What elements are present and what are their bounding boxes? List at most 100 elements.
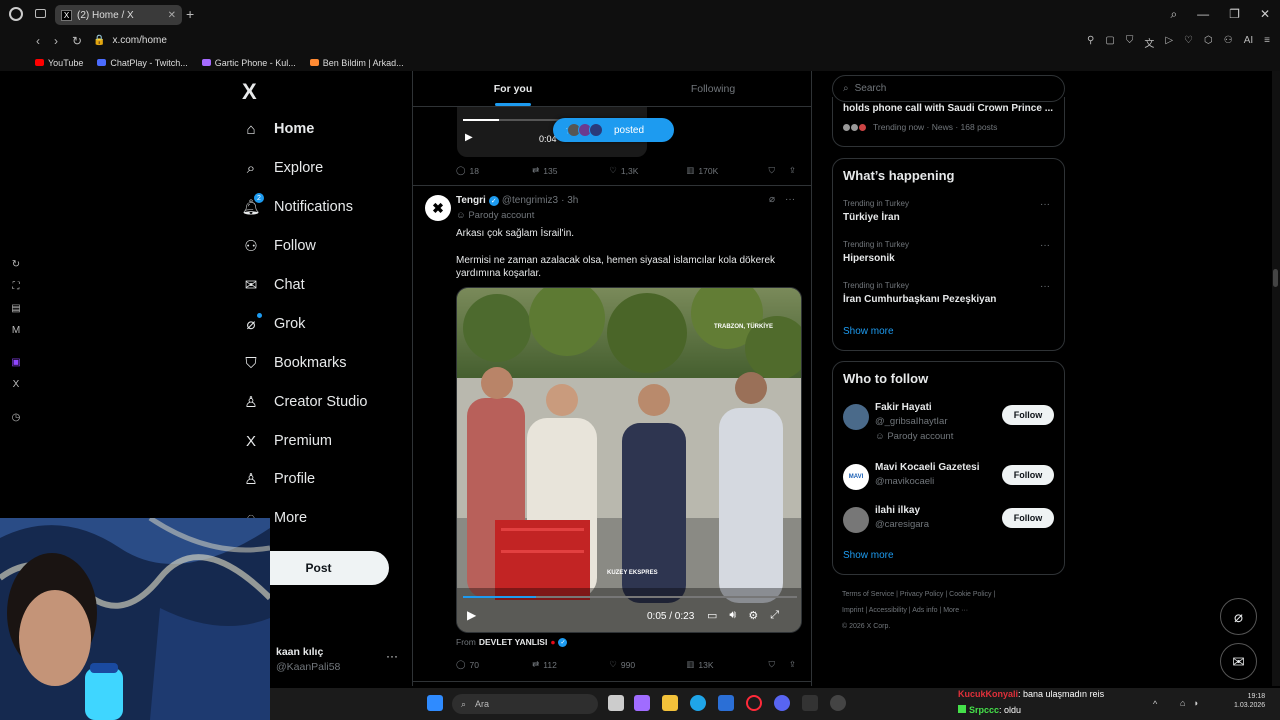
bookmark-benbildim[interactable]: Ben Bildim | Arkad...	[309, 58, 404, 68]
like-button[interactable]: ♡ 990	[609, 659, 686, 670]
account-more-icon[interactable]: ···	[386, 649, 398, 663]
play-icon[interactable]: ▶	[465, 132, 473, 143]
minimize-icon[interactable]: —	[1197, 7, 1209, 22]
menu-icon[interactable]: ≡	[1264, 35, 1270, 50]
maximize-icon[interactable]: ❐	[1229, 7, 1240, 22]
sidebar-m-icon[interactable]: M	[10, 325, 22, 337]
play-icon[interactable]: ▷	[1165, 35, 1173, 50]
nav-chat[interactable]: ✉ Chat	[242, 276, 305, 294]
show-more-trends[interactable]: Show more	[843, 326, 894, 337]
taskbar-search[interactable]: ⌕ Ara	[452, 694, 598, 714]
reload-icon[interactable]: ↻	[72, 34, 82, 48]
settings-icon[interactable]: ⚙	[748, 609, 758, 622]
nav-notifications[interactable]: 🔔︎ 2 Notifications	[241, 193, 353, 216]
tab-for-you[interactable]: For you	[413, 71, 613, 106]
nav-creator-studio[interactable]: ♙ Creator Studio	[242, 393, 367, 411]
network-icon[interactable]: ⌂	[1180, 698, 1185, 708]
messages-fab-icon[interactable]: ✉	[1220, 643, 1257, 680]
trend-more-icon[interactable]: ···	[1040, 199, 1050, 210]
tab-island-icon[interactable]	[35, 9, 46, 18]
follow-button[interactable]: Follow	[1002, 405, 1054, 425]
tweet-author-name[interactable]: Tengri	[456, 195, 486, 206]
grok-fab-icon[interactable]: ⌀	[1220, 598, 1257, 635]
reply-button[interactable]: ◯ 70	[456, 659, 532, 670]
bookmark-icon[interactable]: ⛉	[768, 659, 774, 670]
nav-bookmarks[interactable]: ⛉ Bookmarks	[242, 354, 346, 372]
nav-grok[interactable]: ⌀ Grok	[242, 313, 305, 333]
views-button[interactable]: ▥ 13K	[686, 659, 768, 670]
tweet-author-handle[interactable]: @tengrimiz3	[502, 195, 558, 206]
trend-item[interactable]: Trending in Turkey Türkiye İran ···	[843, 199, 1056, 223]
sidebar-twitch-icon[interactable]: ▣	[10, 357, 22, 369]
ai-icon[interactable]: AI	[1244, 35, 1253, 50]
store-icon[interactable]	[718, 695, 734, 711]
opera-logo-icon[interactable]	[9, 7, 23, 21]
nav-follow[interactable]: ⚇ Follow	[242, 237, 316, 255]
show-more-follow[interactable]: Show more	[843, 550, 894, 561]
url-field[interactable]: 🔒 x.com/home	[93, 35, 167, 46]
bookmark-gartic[interactable]: Gartic Phone - Kul...	[201, 58, 296, 68]
volume-icon[interactable]: ◗	[1193, 698, 1198, 708]
nav-home[interactable]: ⌂ Home	[242, 120, 314, 138]
nav-profile[interactable]: ♙ Profile	[242, 470, 315, 488]
page-scrollbar[interactable]	[1272, 71, 1280, 686]
sidebar-bag-icon[interactable]: ⛶	[10, 281, 22, 293]
obs-icon[interactable]	[802, 695, 818, 711]
search-tabs-icon[interactable]: ⌕	[1170, 7, 1177, 22]
tweet-time[interactable]: · 3h	[561, 195, 578, 206]
extensions-icon[interactable]: ⬡	[1204, 35, 1213, 50]
share-icon[interactable]: ⇪	[789, 659, 796, 670]
bookmark-youtube[interactable]: YouTube	[35, 58, 83, 68]
repost-button[interactable]: ⇄ 112	[532, 659, 609, 670]
trend-more-icon[interactable]: ···	[1040, 281, 1050, 292]
snapshot-icon[interactable]: ▢	[1105, 35, 1114, 50]
discord-icon[interactable]	[774, 695, 790, 711]
play-icon[interactable]: ▶	[467, 608, 476, 622]
pin-icon[interactable]: ⚲	[1087, 35, 1094, 50]
trend-item[interactable]: Trending in Turkey Hipersonik ···	[843, 240, 1056, 264]
share-icon[interactable]: ⇪	[789, 165, 796, 176]
sidebar-wallet-icon[interactable]: ▤	[10, 303, 22, 315]
video-progress-bar[interactable]	[463, 596, 797, 598]
grok-icon[interactable]: ⌀	[769, 194, 775, 205]
app-icon[interactable]	[830, 695, 846, 711]
trend-item-previous[interactable]: holds phone call with Saudi Crown Prince…	[832, 97, 1065, 147]
views-button[interactable]: ▥ 170K	[686, 165, 768, 176]
shield-icon[interactable]: ⛉	[1126, 35, 1134, 50]
follow-suggestion[interactable]: ilahi ilkay @caresigara Follow	[843, 505, 1056, 543]
more-options-icon[interactable]: ···	[785, 194, 795, 205]
copilot-icon[interactable]	[634, 695, 650, 711]
profile-icon[interactable]: ⚇	[1224, 35, 1233, 50]
x-logo-icon[interactable]: X	[242, 79, 257, 105]
start-icon[interactable]	[427, 695, 443, 711]
taskbar-clock[interactable]: 19:18 1.03.2026	[1234, 692, 1265, 710]
close-tab-icon[interactable]: ✕	[168, 10, 176, 21]
from-source[interactable]: DEVLET YANLISI	[479, 637, 548, 647]
close-window-icon[interactable]: ✕	[1260, 7, 1270, 22]
sidebar-history-icon[interactable]: ◷	[10, 412, 22, 424]
edge-icon[interactable]	[690, 695, 706, 711]
follow-suggestion[interactable]: Fakir Hayati @_gribsaIhaytIar ☺ Parody a…	[843, 402, 1056, 442]
follow-button[interactable]: Follow	[1002, 465, 1054, 485]
new-tab-icon[interactable]: +	[186, 6, 194, 22]
volume-icon[interactable]: 🔊︎	[729, 609, 736, 622]
avatar[interactable]: ✖	[425, 195, 451, 221]
sidebar-x-icon[interactable]: X	[10, 379, 22, 391]
account-switcher[interactable]: kaan kılıç @KaanPali58	[276, 646, 340, 673]
like-button[interactable]: ♡ 1,3K	[609, 165, 686, 176]
trend-item[interactable]: Trending in Turkey İran Cumhurbaşkanı Pe…	[843, 281, 1056, 305]
back-icon[interactable]: ‹	[36, 34, 40, 48]
captions-icon[interactable]: ▭	[707, 609, 717, 622]
forward-icon[interactable]: ›	[54, 34, 58, 48]
nav-premium[interactable]: X Premium	[242, 432, 332, 450]
repost-button[interactable]: ⇄ 135	[532, 165, 609, 176]
tray-chevron-icon[interactable]: ^	[1153, 699, 1157, 709]
bookmark-chatplay[interactable]: ChatPlay - Twitch...	[97, 58, 188, 68]
heart-icon[interactable]: ♡	[1184, 35, 1193, 50]
file-explorer-icon[interactable]	[662, 695, 678, 711]
sidebar-reload-icon[interactable]: ↻	[10, 259, 22, 271]
translate-icon[interactable]: 文	[1144, 35, 1154, 50]
fullscreen-icon[interactable]: ⤢	[770, 609, 779, 622]
follow-button[interactable]: Follow	[1002, 508, 1054, 528]
new-posts-pill[interactable]: ↑ posted	[553, 118, 674, 142]
